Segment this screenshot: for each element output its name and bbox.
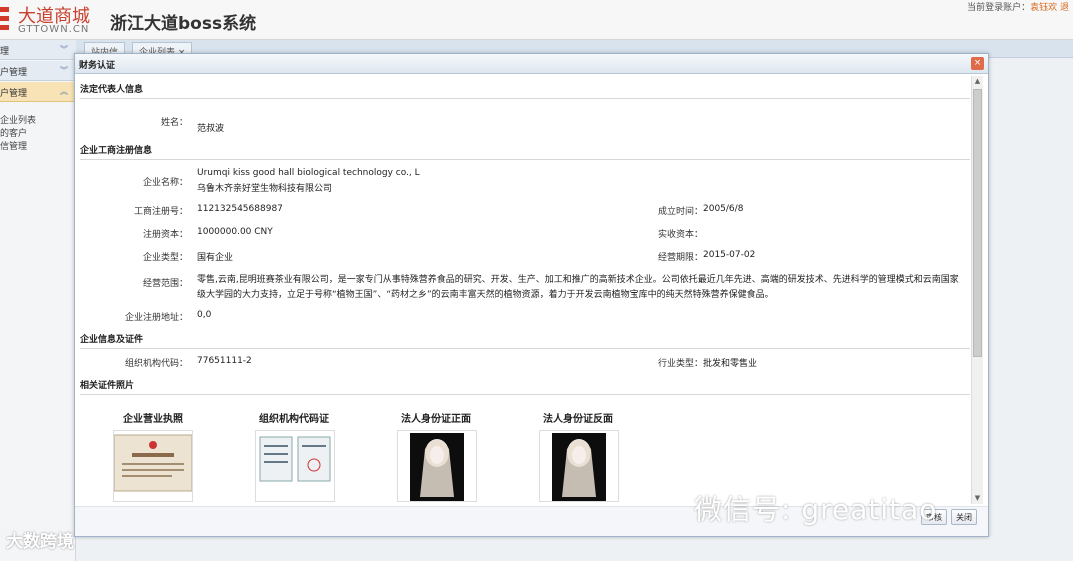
- scope-value: 零售,云南,昆明班赛茶业有限公司，是一家专门从事特殊营养食品的研究、开发、生产、…: [197, 275, 959, 300]
- company-name-label: 企业名称：: [142, 178, 188, 188]
- reg-no-value: 112132545688987: [197, 204, 283, 214]
- cert-title-org-code: 组织机构代码证: [259, 414, 329, 425]
- dialog-scrollbar[interactable]: ▲ ▼: [971, 76, 983, 504]
- sidebar-item-customers[interactable]: 的客户: [0, 126, 27, 139]
- scroll-thumb[interactable]: [973, 89, 982, 357]
- dialog-body: 法定代表人信息 姓名： 范叔波 企业工商注册信息 企业名称： Urumqi ki…: [78, 76, 971, 504]
- id-back-image: [552, 433, 606, 501]
- close-button[interactable]: 关闭: [951, 509, 977, 525]
- close-icon[interactable]: ×: [971, 57, 984, 70]
- sidebar-item-credit[interactable]: 信管理: [0, 139, 27, 152]
- industry-label: 行业类型：: [657, 359, 703, 369]
- sidebar-group-label: 户管理: [0, 89, 28, 99]
- capital-value: 1000000.00 CNY: [197, 227, 273, 237]
- id-front-image: [410, 433, 464, 501]
- weibo-watermark: 大数跨境: [6, 532, 74, 552]
- org-code-label: 组织机构代码：: [124, 359, 188, 369]
- company-type-value: 国有企业: [197, 253, 234, 263]
- reg-no-label: 工商注册号：: [133, 207, 188, 217]
- company-type-label: 企业类型：: [142, 253, 188, 263]
- address-value: 0,0: [197, 310, 212, 320]
- cert-title-license: 企业营业执照: [123, 414, 183, 425]
- term-label: 经营期限：: [657, 253, 703, 263]
- term-value: 2015-07-02: [703, 250, 756, 260]
- scroll-down-icon[interactable]: ▼: [972, 493, 983, 504]
- sidebar-group-label: 理: [0, 47, 10, 57]
- cert-title-id-back: 法人身份证反面: [543, 414, 613, 425]
- found-date-value: 2005/6/8: [703, 204, 744, 214]
- address-label: 企业注册地址：: [124, 313, 188, 323]
- capital-label: 注册资本：: [142, 230, 188, 240]
- org-code-image: [259, 436, 331, 482]
- sidebar-item-company-list[interactable]: 企业列表: [0, 113, 36, 126]
- legal-name-label: 姓名：: [160, 118, 188, 128]
- org-code-cert-photo[interactable]: [255, 430, 335, 502]
- sidebar-group-2[interactable]: 户管理 ︾: [0, 61, 76, 81]
- license-image: [113, 434, 193, 492]
- section-legal-rep: 法定代表人信息: [80, 82, 970, 99]
- login-user-link[interactable]: 袁钰欢 退: [1030, 3, 1069, 13]
- section-photos: 相关证件照片: [80, 378, 970, 395]
- industry-value: 批发和零售业: [703, 359, 758, 369]
- chevron-down-icon[interactable]: ︾: [60, 44, 68, 55]
- chevron-up-icon[interactable]: ︽: [60, 86, 68, 97]
- business-license-photo[interactable]: [113, 430, 193, 502]
- login-prefix: 当前登录账户：: [967, 3, 1031, 13]
- paid-capital-label: 实收资本：: [657, 230, 703, 240]
- top-header: 大道商城 GTTOWN.CN 浙江大道boss系统 当前登录账户：袁钰欢 退: [0, 0, 1073, 40]
- section-certs-info: 企业信息及证件: [80, 332, 970, 349]
- sidebar-group-3-active[interactable]: 户管理 ︽: [0, 82, 76, 102]
- org-code-value: 77651111-2: [197, 356, 252, 366]
- id-front-photo[interactable]: [397, 430, 477, 502]
- dialog-title: 财务认证: [75, 54, 988, 74]
- found-date-label: 成立时间：: [657, 207, 703, 217]
- scope-label: 经营范围：: [142, 279, 188, 289]
- system-title: 浙江大道boss系统: [110, 14, 257, 34]
- id-back-photo[interactable]: [539, 430, 619, 502]
- cert-title-id-front: 法人身份证正面: [401, 414, 471, 425]
- login-info: 当前登录账户：袁钰欢 退: [967, 0, 1069, 13]
- section-registration: 企业工商注册信息: [80, 143, 970, 160]
- logo-mark: [0, 7, 9, 31]
- logo-domain: GTTOWN.CN: [18, 24, 90, 35]
- scroll-up-icon[interactable]: ▲: [972, 76, 983, 87]
- sidebar-group-label: 户管理: [0, 68, 28, 78]
- legal-name-value: 范叔波: [197, 124, 225, 134]
- chevron-down-icon[interactable]: ︾: [60, 65, 68, 76]
- sidebar: 理 ︾ 户管理 ︾ 户管理 ︽ 企业列表 的客户 信管理: [0, 40, 76, 561]
- company-name-cn: 乌鲁木齐亲好堂生物科技有限公司: [197, 184, 333, 194]
- finance-cert-dialog: 财务认证 × 法定代表人信息 姓名： 范叔波 企业工商注册信息 企业名称： Ur…: [74, 53, 989, 537]
- boss-system-page: 大道商城 GTTOWN.CN 浙江大道boss系统 当前登录账户：袁钰欢 退 理…: [0, 0, 1073, 561]
- wechat-watermark: 微信号: greatitao: [694, 493, 938, 526]
- sidebar-group-1[interactable]: 理 ︾: [0, 40, 76, 60]
- logo: 大道商城 GTTOWN.CN: [0, 2, 104, 36]
- company-name-en: Urumqi kiss good hall biological technol…: [197, 168, 420, 178]
